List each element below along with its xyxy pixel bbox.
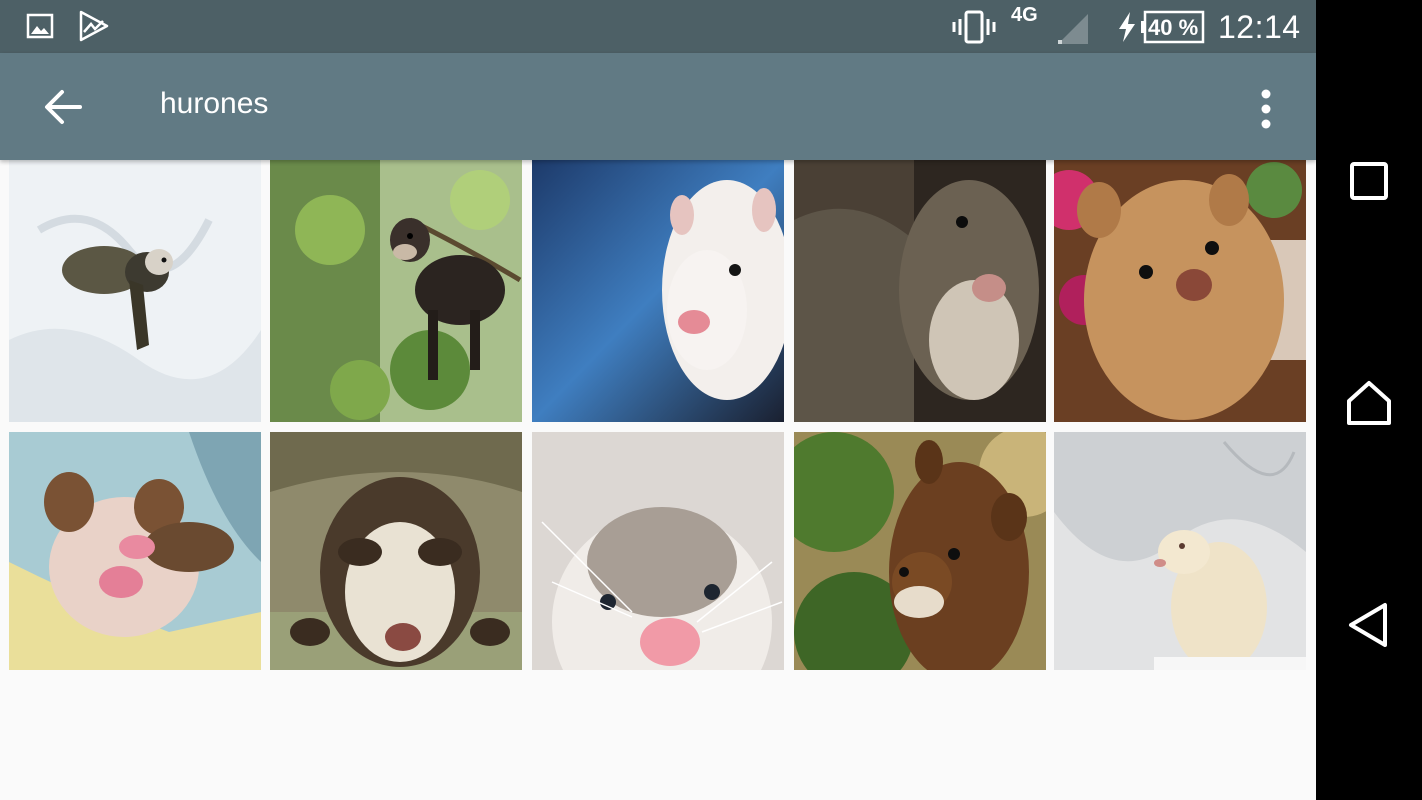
triangle-back-icon bbox=[1349, 603, 1387, 647]
signal-icon bbox=[1056, 12, 1090, 51]
vibrate-icon bbox=[952, 10, 996, 49]
page-title: hurones bbox=[160, 87, 269, 120]
gallery-image[interactable] bbox=[270, 160, 522, 422]
arrow-back-icon bbox=[45, 90, 82, 124]
gallery-image[interactable] bbox=[1054, 160, 1306, 422]
network-type-label: 4G bbox=[1011, 4, 1038, 26]
recents-button[interactable] bbox=[1338, 150, 1400, 212]
back-arrow-button[interactable] bbox=[36, 83, 88, 131]
gallery-image[interactable] bbox=[9, 160, 261, 422]
gallery-image[interactable] bbox=[532, 160, 784, 422]
app-bar: hurones bbox=[0, 53, 1316, 160]
nav-back-button[interactable] bbox=[1338, 594, 1400, 656]
gallery-image[interactable] bbox=[532, 432, 784, 670]
battery-percent-label: 40 % bbox=[1148, 15, 1199, 40]
home-icon bbox=[1347, 381, 1391, 425]
gallery-image[interactable] bbox=[9, 432, 261, 670]
home-button[interactable] bbox=[1338, 372, 1400, 434]
image-notification-icon bbox=[26, 12, 54, 45]
gallery-image[interactable] bbox=[794, 160, 1046, 422]
play-store-notification-icon bbox=[78, 10, 110, 47]
overflow-menu-button[interactable] bbox=[1245, 83, 1287, 135]
square-recents-icon bbox=[1350, 162, 1388, 200]
gallery-image[interactable] bbox=[1054, 432, 1306, 670]
status-time: 12:14 bbox=[1218, 9, 1301, 45]
status-bar: 4G 40 % 12:14 bbox=[0, 0, 1316, 53]
image-grid bbox=[0, 160, 1316, 670]
more-vert-icon bbox=[1261, 89, 1271, 129]
gallery-image[interactable] bbox=[270, 432, 522, 670]
charging-icon bbox=[1116, 10, 1138, 49]
gallery-image[interactable] bbox=[794, 432, 1046, 670]
